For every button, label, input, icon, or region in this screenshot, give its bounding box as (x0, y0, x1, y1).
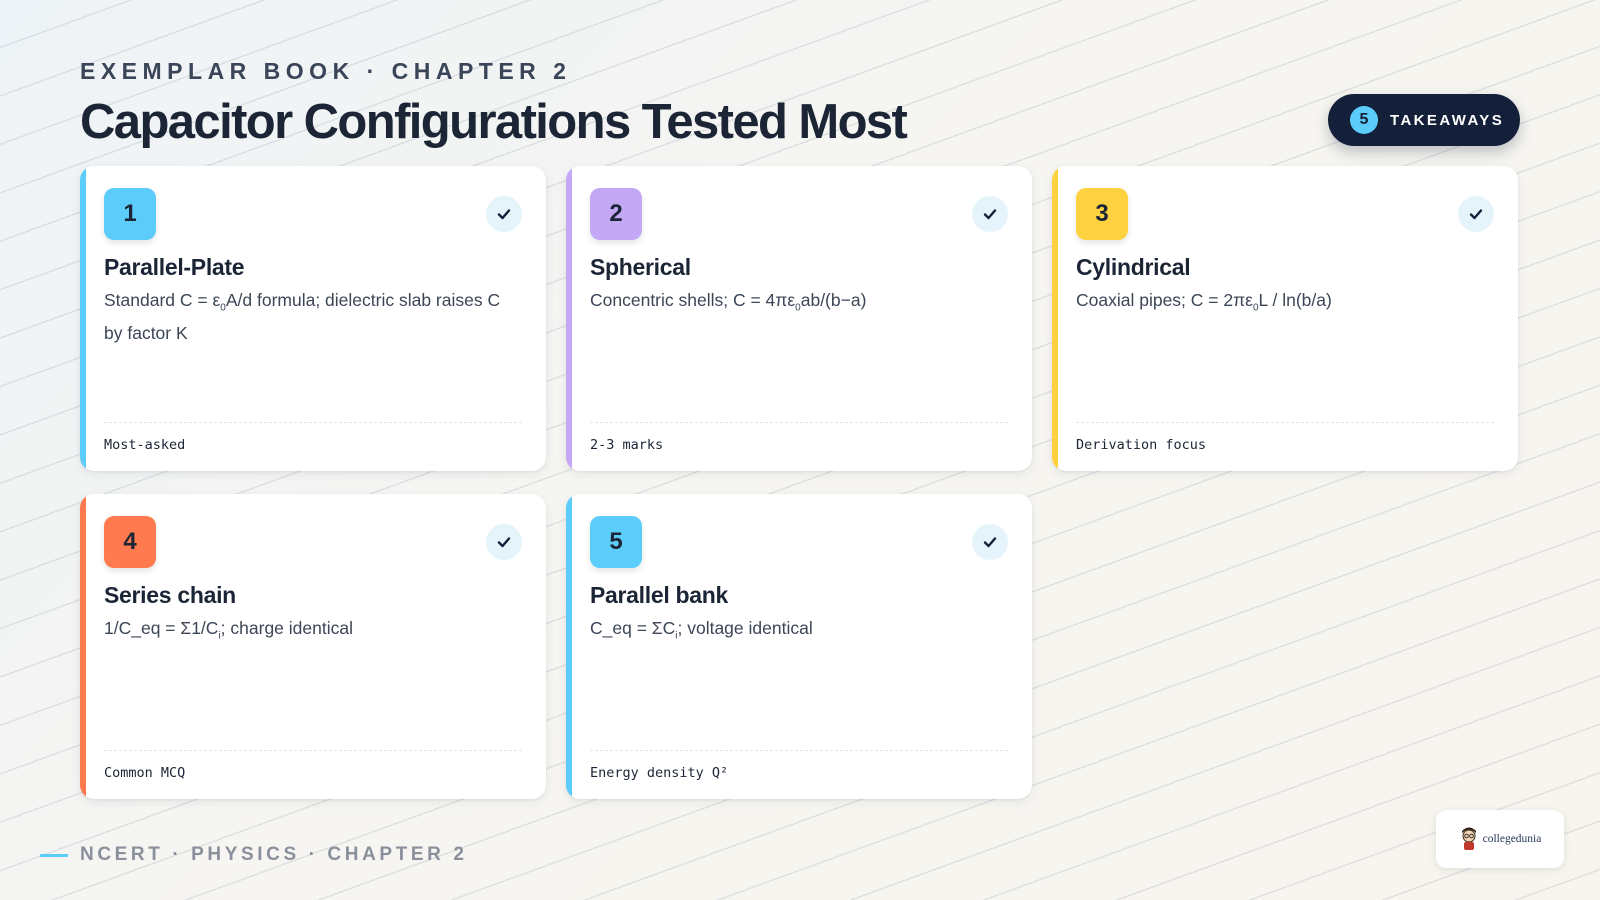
check-icon (972, 196, 1008, 232)
card-number-badge: 5 (590, 516, 642, 568)
card-tag: Derivation focus (1076, 422, 1494, 453)
footer: NCERT · PHYSICS · CHAPTER 2 (40, 844, 468, 866)
card-description: 1/C_eq = Σ1/Ci; charge identical (104, 618, 353, 642)
check-icon (486, 524, 522, 560)
card-accent-bar (80, 166, 86, 471)
card-cylindrical: 3 Cylindrical Coaxial pipes; C = 2πε0L /… (1052, 166, 1518, 471)
takeaways-count: 5 (1350, 106, 1378, 134)
card-parallel-bank: 5 Parallel bank C_eq = ΣCi; voltage iden… (566, 494, 1032, 799)
brand-logo-text: collegedunia (1482, 833, 1542, 845)
card-tag: Most-asked (104, 422, 522, 453)
card-parallel-plate: 1 Parallel-Plate Standard C = ε0A/d form… (80, 166, 546, 471)
card-description: C_eq = ΣCi; voltage identical (590, 618, 813, 642)
card-description: Standard C = ε0A/d formula; dielectric s… (104, 290, 501, 343)
card-description: Concentric shells; C = 4πε0ab/(b−a) (590, 290, 867, 314)
card-tag: Energy density Q² (590, 750, 1008, 781)
card-title: Series chain (104, 582, 236, 608)
card-series-chain: 4 Series chain 1/C_eq = Σ1/Ci; charge id… (80, 494, 546, 799)
card-description: Coaxial pipes; C = 2πε0L / ln(b/a) (1076, 290, 1332, 314)
brand-logo: collegedunia (1436, 810, 1564, 868)
card-title: Parallel bank (590, 582, 729, 608)
page-title: Capacitor Configurations Tested Most (80, 95, 908, 149)
footer-text: NCERT · PHYSICS · CHAPTER 2 (80, 844, 468, 865)
card-number-badge: 4 (104, 516, 156, 568)
card-number-badge: 2 (590, 188, 642, 240)
takeaways-badge: 5 TAKEAWAYS (1328, 94, 1520, 146)
check-icon (486, 196, 522, 232)
card-number-badge: 3 (1076, 188, 1128, 240)
card-accent-bar (1052, 166, 1058, 471)
mascot-icon (1461, 827, 1476, 850)
card-title: Cylindrical (1076, 254, 1191, 280)
card-title: Parallel-Plate (104, 254, 245, 280)
card-number-badge: 1 (104, 188, 156, 240)
footer-accent-line (40, 853, 68, 857)
card-accent-bar (80, 494, 86, 799)
check-icon (972, 524, 1008, 560)
card-spherical: 2 Spherical Concentric shells; C = 4πε0a… (566, 166, 1032, 471)
card-accent-bar (566, 166, 572, 471)
card-tag: 2-3 marks (590, 422, 1008, 453)
eyebrow: EXEMPLAR BOOK · CHAPTER 2 (80, 58, 572, 84)
card-title: Spherical (590, 254, 691, 280)
takeaways-label: TAKEAWAYS (1390, 111, 1505, 129)
card-accent-bar (566, 494, 572, 799)
card-tag: Common MCQ (104, 750, 522, 781)
check-icon (1458, 196, 1494, 232)
